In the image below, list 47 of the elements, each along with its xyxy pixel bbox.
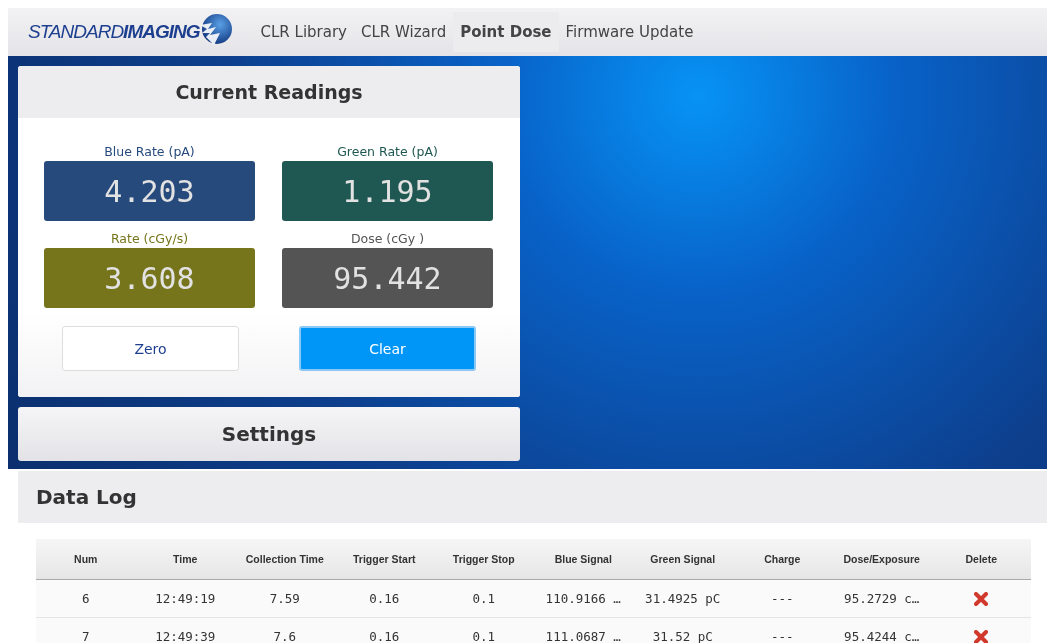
column-header: Green Signal: [650, 553, 716, 565]
column-header: Delete: [965, 553, 997, 565]
table-cell: ---: [770, 591, 794, 606]
nav-tab[interactable]: Point Dose: [453, 12, 559, 52]
nav-tab[interactable]: CLR Library: [253, 12, 354, 52]
table-cell: ---: [770, 629, 794, 643]
readout-label: Green Rate (pA): [337, 144, 438, 159]
column-header: Time: [173, 553, 198, 565]
table-cell: 7: [82, 629, 90, 643]
panel-title: Data Log: [36, 485, 137, 509]
readout-label: Blue Rate (pA): [104, 144, 195, 159]
table-cell: 31.52 pC: [652, 629, 713, 643]
settings-panel-header[interactable]: Settings: [18, 407, 520, 461]
card-title: Current Readings: [175, 81, 363, 103]
table-cell: 12:49:19: [155, 591, 216, 606]
delete-icon[interactable]: [974, 592, 989, 607]
readout-value: 95.442: [282, 248, 493, 308]
readout-label: Dose (cGy ): [350, 231, 425, 246]
delete-icon[interactable]: [974, 630, 989, 643]
column-header: Dose/Exposure: [843, 553, 920, 565]
table-cell: 0.16: [369, 629, 400, 643]
readout-value: 1.195: [282, 161, 493, 221]
table-cell: 95.4244 c…: [844, 629, 920, 643]
table-cell: 6: [82, 591, 90, 606]
column-header: Num: [74, 553, 98, 565]
column-header: Collection Time: [245, 553, 324, 565]
column-header: Trigger Start: [353, 553, 416, 565]
table-cell: 7.6: [273, 629, 297, 643]
table-cell: 110.9166 …: [545, 591, 621, 606]
nav-tab[interactable]: CLR Wizard: [354, 12, 454, 52]
readout-value: 4.203: [44, 161, 255, 221]
zero-button[interactable]: Zero: [62, 326, 239, 371]
column-header: Blue Signal: [554, 553, 612, 565]
table-cell: 12:49:39: [155, 629, 216, 643]
readout-value: 3.608: [44, 248, 255, 308]
table-cell: 31.4925 pC: [645, 591, 721, 606]
readout-label: Rate (cGy/s): [110, 231, 189, 246]
nav-tab[interactable]: Firmware Update: [558, 12, 701, 52]
table-cell: 95.2729 c…: [844, 591, 920, 606]
table-cell: 111.0687 …: [545, 629, 621, 643]
column-header: Trigger Stop: [452, 553, 515, 565]
logo-text: STANDARDIMAGING: [28, 21, 200, 43]
table-cell: 0.1: [472, 591, 496, 606]
table-cell: 0.1: [472, 629, 496, 643]
column-header: Charge: [764, 553, 801, 565]
table-cell: 7.59: [269, 591, 300, 606]
table-cell: 0.16: [369, 591, 400, 606]
